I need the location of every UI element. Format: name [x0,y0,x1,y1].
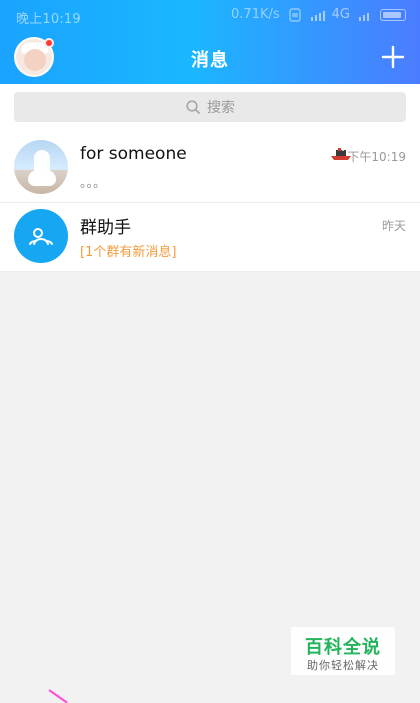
status-bar: 晚上10:19 0.71K/s 4G [0,0,420,32]
search-placeholder: 搜索 [207,100,235,116]
conversation-time: 下午10:19 [347,150,406,164]
conversation-preview: [1个群有新消息] [80,245,177,260]
annotation-stroke [48,689,68,703]
search-bar[interactable]: 搜索 [14,92,406,122]
conversation-row[interactable]: 群助手 [1个群有新消息] 昨天 [0,203,420,272]
conversation-time: 昨天 [381,219,406,233]
plus-icon [381,45,405,69]
add-button[interactable] [376,40,410,74]
bars-icon [358,8,372,22]
group-helper-avatar [14,209,68,263]
search-icon [186,100,200,114]
top-header: 晚上10:19 0.71K/s 4G 消息 [0,0,420,84]
status-time: 晚上10:19 [16,12,81,27]
network-speed: 0.71K/s [231,7,280,22]
conversation-name: for someone [80,144,187,164]
group-icon [29,228,53,245]
sim-icon [288,7,302,22]
page-title: 消息 [191,50,229,71]
search-area: 搜索 [0,84,420,134]
conversation-list: for someone 。。。 下午10:19 群助手 [1个群有新消息] 昨天 [0,134,420,272]
watermark-title: 百科全说 [305,637,381,658]
status-right: 0.71K/s 4G [231,7,406,22]
watermark: 百科全说 助你轻松解决 [291,627,395,675]
conversation-preview: 。。。 [80,176,107,191]
watermark-subtitle: 助你轻松解决 [307,659,379,672]
conversation-avatar [14,140,68,194]
avatar-dress-shape [28,170,56,186]
signal-icon [310,8,325,22]
network-type: 4G [331,7,350,22]
conversation-name: 群助手 [80,218,131,238]
battery-icon [380,8,406,21]
nav-bar: 消息 [0,32,420,84]
conversation-row[interactable]: for someone 。。。 下午10:19 [0,134,420,203]
